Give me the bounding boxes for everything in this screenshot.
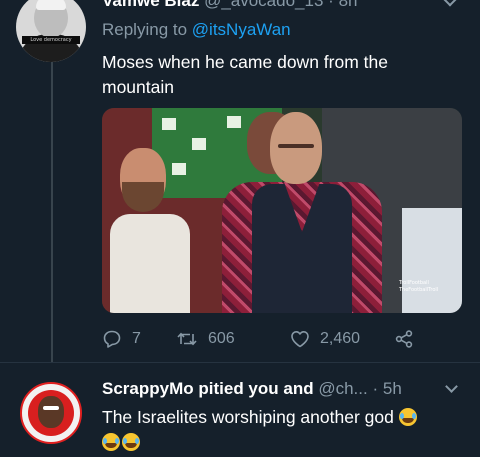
tweet-text: Moses when he came down from the mountai…	[102, 52, 388, 97]
chevron-down-icon[interactable]	[445, 380, 458, 393]
tweet-media-image[interactable]: TrollFootball TheFootballTroll	[102, 108, 462, 313]
reply-text: The Israelites worshiping another god	[102, 405, 467, 455]
chevron-down-icon[interactable]	[441, 0, 459, 7]
retweet-icon	[177, 332, 197, 346]
replying-to: Replying to @itsNyaWan	[102, 20, 291, 40]
laughing-tears-emoji-icon	[102, 433, 120, 451]
reply-button[interactable]: 7	[102, 326, 141, 352]
share-button[interactable]	[394, 326, 414, 352]
replying-to-handle[interactable]: @itsNyaWan	[192, 20, 291, 39]
reply-icon	[103, 330, 121, 348]
reply-author-avatar[interactable]	[20, 382, 82, 444]
like-button[interactable]: 2,460	[290, 326, 360, 352]
reply-tweet[interactable]: ScrappyMo pitied you and @ch... · 5h The…	[0, 362, 480, 457]
author-handle[interactable]: @_avocado_13	[204, 0, 323, 10]
tweet-header: Vamwe Blaz @_avocado_13 · 8h	[102, 0, 357, 11]
retweet-button[interactable]: 606	[176, 326, 235, 352]
retweet-count: 606	[208, 330, 235, 347]
main-tweet[interactable]: Love democracy Vamwe Blaz @_avocado_13 ·…	[0, 0, 480, 362]
laughing-tears-emoji-icon	[398, 408, 417, 426]
replying-to-label: Replying to	[102, 20, 188, 39]
reply-time[interactable]: 5h	[383, 379, 402, 398]
laughing-tears-emoji-icon	[122, 433, 140, 451]
tweet-actions: 7 606 2,460	[102, 326, 422, 352]
author-avatar[interactable]: Love democracy	[16, 0, 86, 62]
reply-header: ScrappyMo pitied you and @ch... · 5h	[102, 379, 402, 398]
media-watermark: TrollFootball TheFootballTroll	[399, 280, 439, 293]
like-count: 2,460	[320, 330, 361, 347]
author-name[interactable]: Vamwe Blaz	[102, 0, 199, 10]
reply-author-name[interactable]: ScrappyMo	[102, 379, 194, 398]
share-icon	[395, 330, 413, 348]
reply-author-handle[interactable]: @ch...	[318, 379, 367, 398]
tweet-time[interactable]: 8h	[339, 0, 358, 10]
avatar-banner-text: Love democracy	[22, 36, 80, 44]
thread-line	[51, 62, 53, 362]
reply-count: 7	[132, 330, 141, 347]
like-icon	[291, 331, 309, 348]
reply-text-body: The Israelites worshiping another god	[102, 407, 394, 427]
reply-context-label: pitied you and	[198, 379, 314, 398]
